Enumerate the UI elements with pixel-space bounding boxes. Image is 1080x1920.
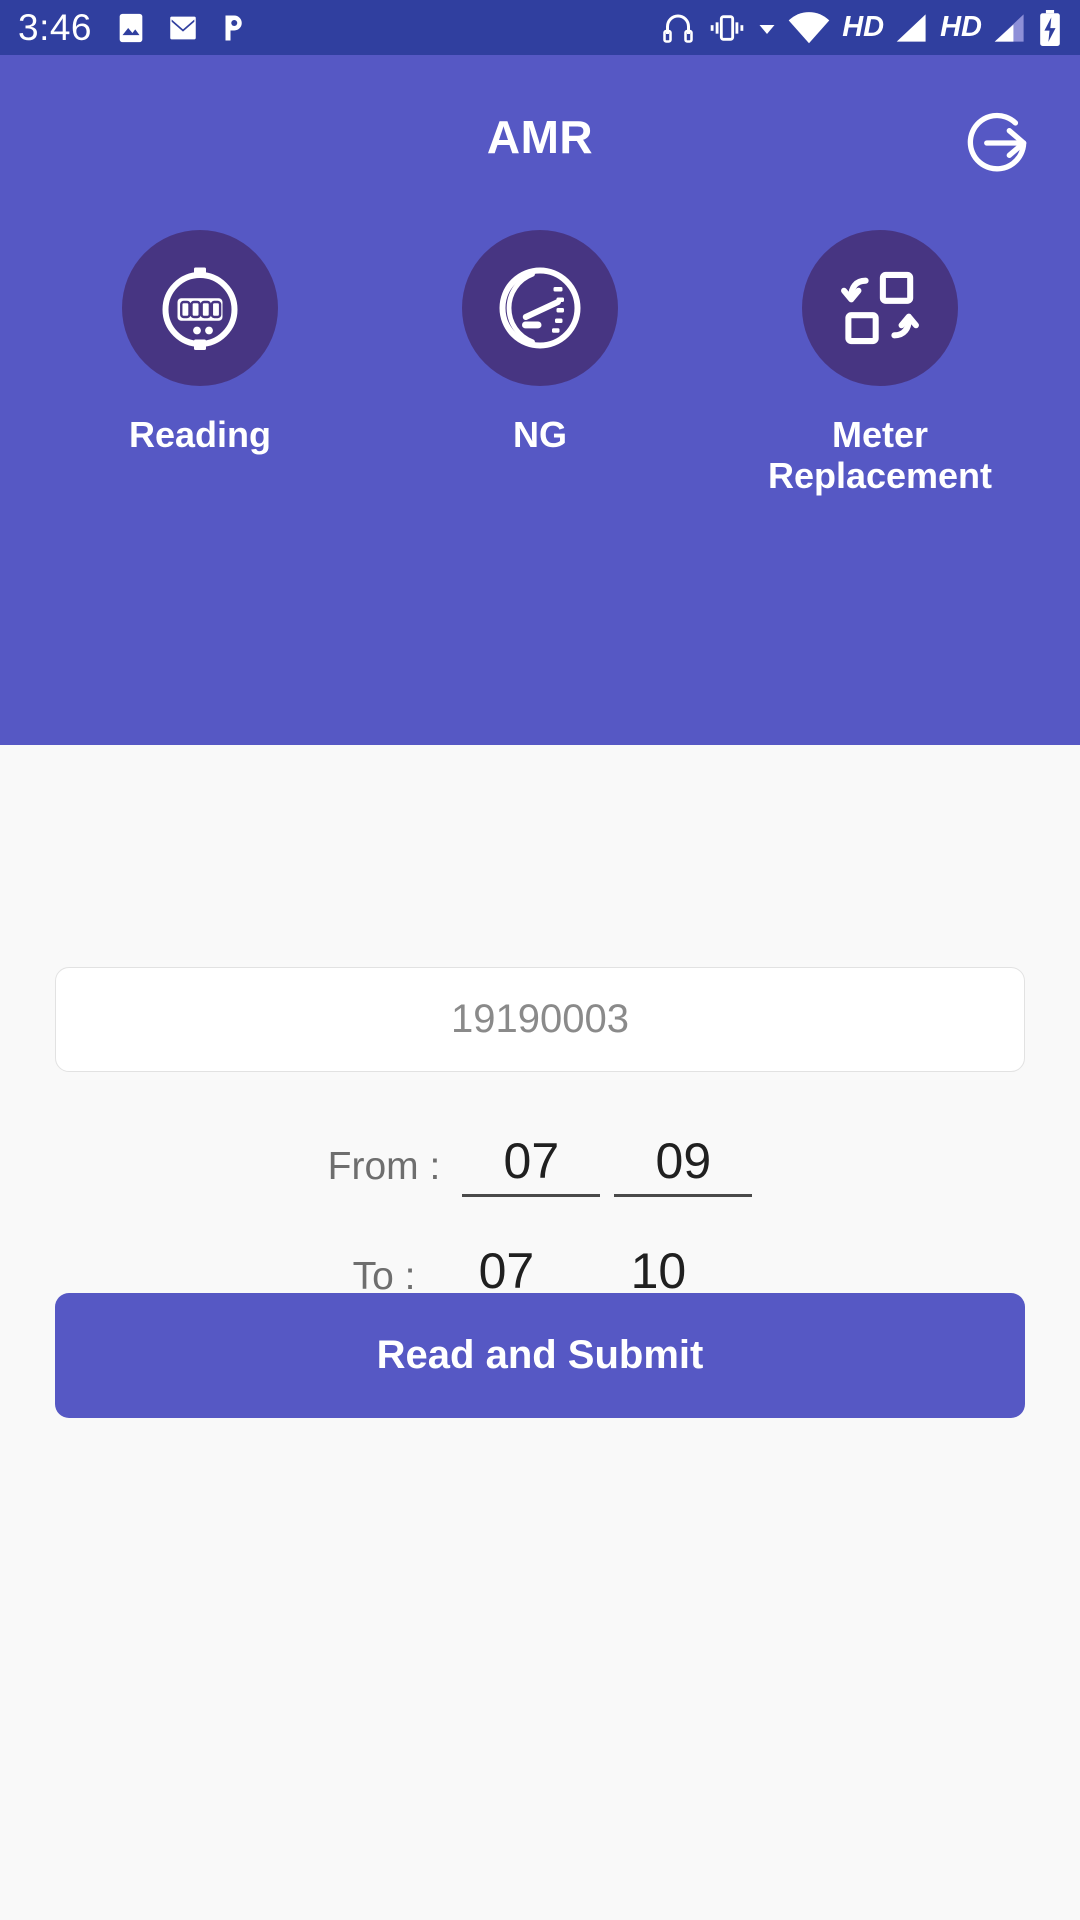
nav-tile-label-ng: NG [513,414,567,455]
dropdown-caret-icon [758,19,776,37]
nav-tile-label-meter-replacement: Meter Replacement [767,414,993,497]
status-left-icons [114,10,248,46]
from-label: From : [327,1144,441,1188]
meter-id-input[interactable]: 19190003 [55,967,1025,1072]
gmail-icon [166,10,200,46]
page-title: AMR [486,111,594,163]
hd-label-2: HD [940,11,982,43]
from-field-part1[interactable]: 07 [462,1135,601,1197]
signal-icon-1 [895,12,929,44]
logout-button[interactable] [956,102,1038,184]
headset-icon [660,10,696,46]
meter-register-icon [162,267,238,350]
app-header: AMR Reading NG Meter Replacement [0,55,1080,745]
nav-tile-reading[interactable]: Reading [70,230,330,455]
from-field-part2[interactable]: 09 [614,1135,753,1197]
logout-arrow-circle-icon [967,112,1027,172]
main-content: 19190003 From : 07 09 To : 07 10 Read an… [0,745,1080,1920]
vibrate-icon [707,11,747,45]
nav-tile-label-reading: Reading [128,414,271,455]
pandora-icon [218,10,248,46]
nav-tiles: Reading NG Meter Replacement [0,230,1080,497]
battery-charging-icon [1038,9,1062,46]
image-icon [114,10,148,46]
tile-circle-ng [462,230,618,386]
from-date-row: From : 07 09 [0,1135,1080,1197]
gauge-dial-icon [499,267,581,349]
nav-tile-ng[interactable]: NG [410,230,670,455]
hd-label-1: HD [842,11,885,43]
nav-tile-meter-replacement[interactable]: Meter Replacement [750,230,1010,497]
swap-boxes-icon [841,271,919,345]
status-right-icons: HD HD [660,9,1062,46]
tile-circle-reading [122,230,278,386]
tile-circle-meter-replacement [802,230,958,386]
signal-icon-2 [993,12,1027,44]
status-bar: 3:46 HD HD [0,0,1080,55]
wifi-icon [787,11,831,45]
status-clock: 3:46 [18,7,93,48]
read-and-submit-button[interactable]: Read and Submit [55,1293,1025,1418]
